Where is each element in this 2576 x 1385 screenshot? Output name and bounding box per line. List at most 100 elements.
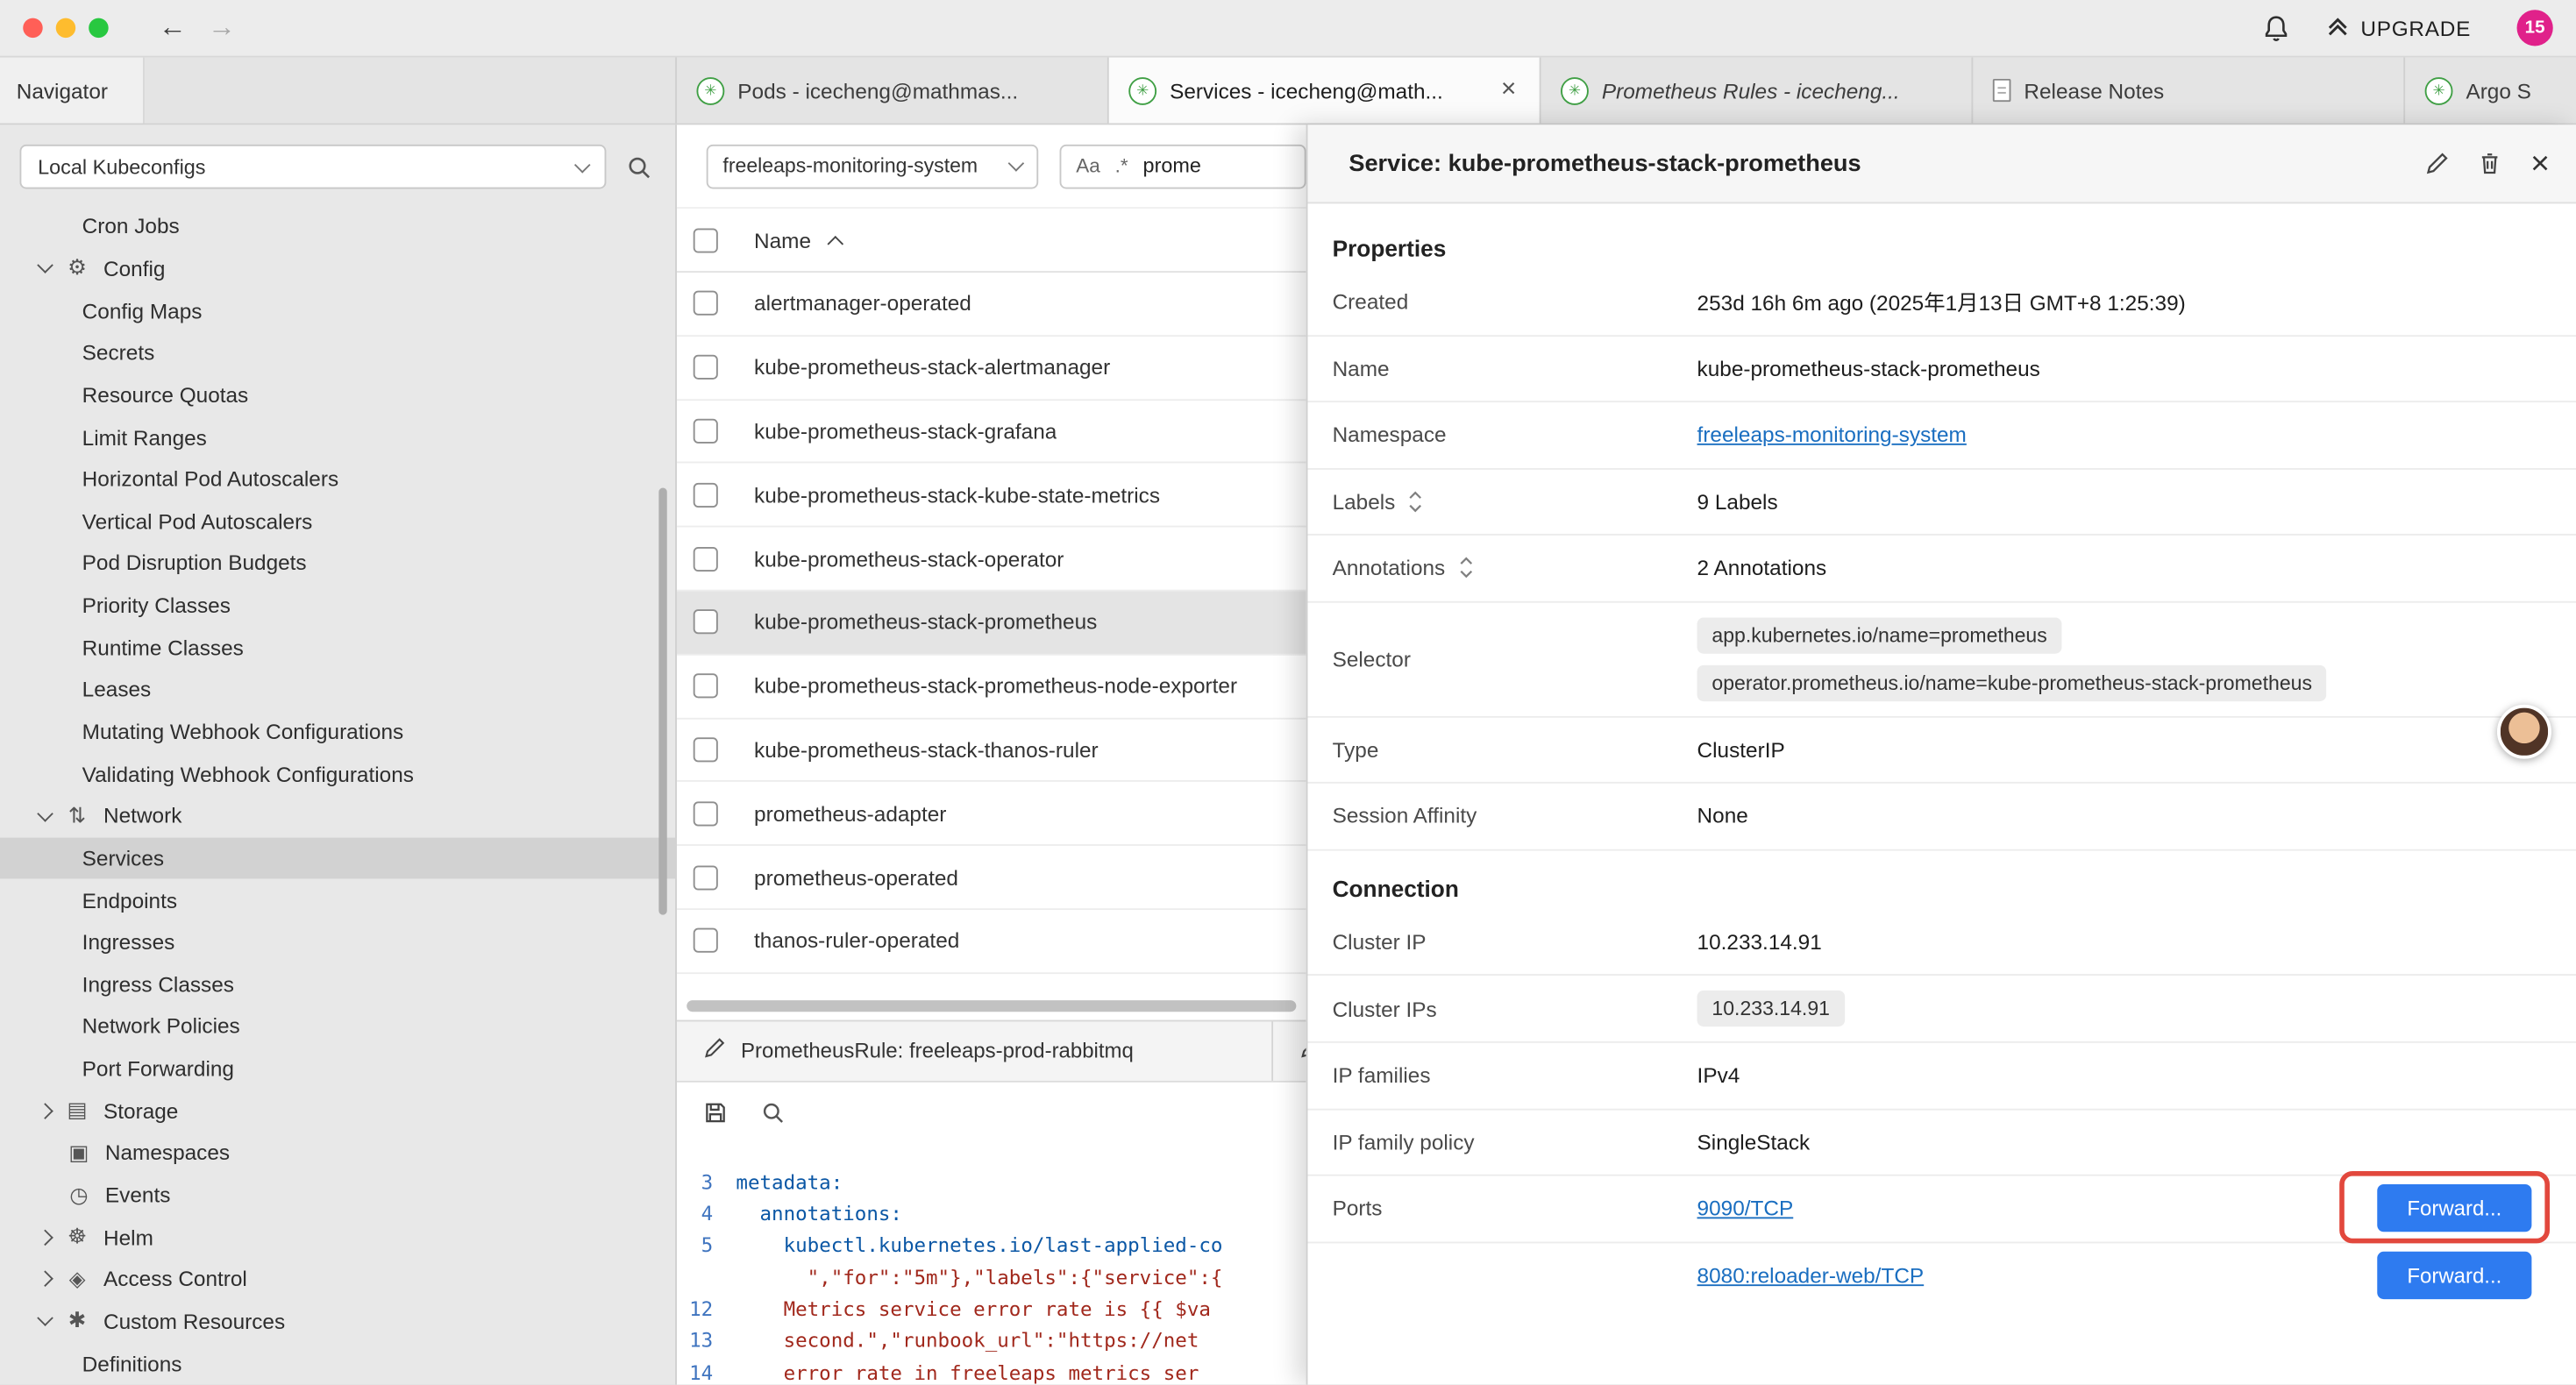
port-link[interactable]: 9090/TCP	[1697, 1197, 1794, 1221]
close-button[interactable]: ×	[2530, 147, 2550, 180]
table-row-prometheus-operated[interactable]: prometheus-operated	[677, 846, 1306, 910]
search-input[interactable]: Aa .* prome	[1060, 144, 1306, 188]
expand-collapse-icon[interactable]	[1408, 489, 1423, 514]
row-checkbox[interactable]	[694, 865, 718, 890]
close-tab-icon[interactable]: ×	[1498, 77, 1519, 103]
horizontal-scrollbar[interactable]	[677, 993, 1306, 1019]
history-forward-button[interactable]: →	[197, 11, 246, 44]
yaml-editor[interactable]: 3metadata:4 annotations:5 kubectl.kubern…	[677, 1145, 1306, 1385]
sidebar-item-label: Storage	[103, 1098, 178, 1123]
edit-button[interactable]	[2425, 151, 2450, 175]
sidebar-scrollbar-thumb[interactable]	[658, 487, 666, 914]
delete-button[interactable]	[2478, 151, 2502, 175]
sidebar-item-horizontal-pod-autoscalers[interactable]: Horizontal Pod Autoscalers	[0, 458, 675, 500]
forward-button[interactable]: Forward...	[2377, 1252, 2531, 1299]
row-checkbox[interactable]	[694, 674, 718, 699]
regex-icon[interactable]: .*	[1115, 154, 1128, 177]
sidebar-item-runtime-classes[interactable]: Runtime Classes	[0, 627, 675, 669]
sidebar-item-network[interactable]: ⇅Network	[0, 795, 675, 837]
row-checkbox[interactable]	[694, 419, 718, 444]
sidebar-item-ingress-classes[interactable]: Ingress Classes	[0, 963, 675, 1005]
avatar[interactable]	[2497, 705, 2551, 759]
sidebar-item-helm[interactable]: ☸Helm	[0, 1216, 675, 1258]
property-value: 2 Annotations	[1697, 556, 2532, 580]
sidebar-item-label: Resource Quotas	[82, 382, 249, 407]
tab-release-notes[interactable]: Release Notes	[1973, 58, 2405, 124]
notifications-bell-icon[interactable]	[2262, 14, 2290, 42]
sidebar-item-cron-jobs[interactable]: Cron Jobs	[0, 205, 675, 247]
sidebar-item-leases[interactable]: Leases	[0, 669, 675, 711]
row-checkbox[interactable]	[694, 928, 718, 953]
row-checkbox[interactable]	[694, 482, 718, 507]
table-row-kube-prometheus-stack-kube-state-metrics[interactable]: kube-prometheus-stack-kube-state-metrics	[677, 464, 1306, 528]
sidebar-item-label: Mutating Webhook Configurations	[82, 720, 404, 744]
document-icon	[1993, 79, 2011, 102]
namespace-select[interactable]: freeleaps-monitoring-system	[707, 144, 1038, 188]
row-checkbox[interactable]	[694, 291, 718, 316]
sidebar-item-mutating-webhook-configurations[interactable]: Mutating Webhook Configurations	[0, 711, 675, 753]
sidebar-item-definitions[interactable]: Definitions	[0, 1342, 675, 1384]
sidebar-item-secrets[interactable]: Secrets	[0, 331, 675, 373]
sidebar-item-config[interactable]: ⚙Config	[0, 247, 675, 289]
expand-collapse-icon[interactable]	[1458, 556, 1473, 580]
match-case-icon[interactable]: Aa	[1076, 154, 1100, 177]
close-window-button[interactable]	[23, 18, 42, 38]
sidebar-item-custom-resources[interactable]: ✱Custom Resources	[0, 1300, 675, 1342]
sidebar-item-resource-quotas[interactable]: Resource Quotas	[0, 373, 675, 416]
dock-tab-prometheusrule[interactable]: PrometheusRule: freeleaps-prod-rabbitmq	[677, 1021, 1273, 1080]
history-back-button[interactable]: ←	[148, 11, 197, 44]
sidebar-item-limit-ranges[interactable]: Limit Ranges	[0, 416, 675, 458]
notification-count-badge[interactable]: 15	[2517, 10, 2553, 46]
forward-button[interactable]: Forward...	[2377, 1184, 2531, 1232]
sidebar-item-events[interactable]: ◷Events	[0, 1174, 675, 1216]
table-row-kube-prometheus-stack-grafana[interactable]: kube-prometheus-stack-grafana	[677, 400, 1306, 464]
tab-prometheus-rules-icecheng[interactable]: ✳Prometheus Rules - icecheng...	[1541, 58, 1974, 124]
table-row-kube-prometheus-stack-alertmanager[interactable]: kube-prometheus-stack-alertmanager	[677, 337, 1306, 401]
property-label: Created	[1333, 289, 1697, 314]
dock-tab-next[interactable]	[1273, 1021, 1306, 1080]
zoom-window-button[interactable]	[89, 18, 108, 38]
sidebar-item-port-forwarding[interactable]: Port Forwarding	[0, 1048, 675, 1090]
sidebar-item-network-policies[interactable]: Network Policies	[0, 1005, 675, 1048]
tab-services-icecheng-math[interactable]: ✳Services - icecheng@math...×	[1109, 58, 1541, 124]
table-row-kube-prometheus-stack-thanos-ruler[interactable]: kube-prometheus-stack-thanos-ruler	[677, 719, 1306, 783]
tab-argo-s[interactable]: ✳Argo S	[2405, 58, 2576, 124]
horizontal-scrollbar-thumb[interactable]	[687, 1001, 1296, 1012]
property-label-text: Name	[1333, 356, 1390, 380]
table-row-kube-prometheus-stack-prometheus-node-exporter[interactable]: kube-prometheus-stack-prometheus-node-ex…	[677, 655, 1306, 719]
row-checkbox[interactable]	[694, 737, 718, 762]
row-checkbox[interactable]	[694, 355, 718, 380]
name-column-header[interactable]: Name	[754, 228, 841, 252]
namespace-link[interactable]: freeleaps-monitoring-system	[1697, 423, 1967, 447]
sidebar-item-priority-classes[interactable]: Priority Classes	[0, 585, 675, 627]
select-all-checkbox[interactable]	[694, 228, 718, 252]
navigator-tab[interactable]: Navigator	[0, 58, 145, 124]
table-row-alertmanager-operated[interactable]: alertmanager-operated	[677, 273, 1306, 337]
sidebar-item-ingresses[interactable]: Ingresses	[0, 921, 675, 963]
sidebar-item-vertical-pod-autoscalers[interactable]: Vertical Pod Autoscalers	[0, 501, 675, 543]
sidebar-item-validating-webhook-configurations[interactable]: Validating Webhook Configurations	[0, 753, 675, 795]
sidebar-item-config-maps[interactable]: Config Maps	[0, 289, 675, 331]
upgrade-button[interactable]: UPGRADE	[2326, 14, 2471, 42]
sidebar-item-pod-disruption-budgets[interactable]: Pod Disruption Budgets	[0, 543, 675, 585]
row-checkbox[interactable]	[694, 546, 718, 571]
sidebar-item-services[interactable]: Services	[0, 837, 675, 879]
row-checkbox[interactable]	[694, 801, 718, 826]
sidebar-item-endpoints[interactable]: Endpoints	[0, 879, 675, 921]
sidebar-item-storage[interactable]: ▤Storage	[0, 1090, 675, 1132]
sidebar-item-access-control[interactable]: ◈Access Control	[0, 1258, 675, 1300]
kubeconfig-select[interactable]: Local Kubeconfigs	[19, 145, 606, 189]
table-row-prometheus-adapter[interactable]: prometheus-adapter	[677, 783, 1306, 847]
tab-pods-icecheng-mathmas[interactable]: ✳Pods - icecheng@mathmas...	[677, 58, 1109, 124]
port-link[interactable]: 8080:reloader-web/TCP	[1697, 1263, 1925, 1288]
table-row-thanos-ruler-operated[interactable]: thanos-ruler-operated	[677, 910, 1306, 974]
row-checkbox[interactable]	[694, 610, 718, 635]
sidebar-search-button[interactable]	[626, 153, 652, 180]
network-icon: ⇅	[64, 803, 90, 829]
table-row-kube-prometheus-stack-operator[interactable]: kube-prometheus-stack-operator	[677, 528, 1306, 592]
minimize-window-button[interactable]	[56, 18, 75, 38]
editor-search-button[interactable]	[761, 1101, 786, 1126]
save-button[interactable]	[703, 1101, 728, 1126]
sidebar-item-namespaces[interactable]: ▣Namespaces	[0, 1132, 675, 1174]
table-row-kube-prometheus-stack-prometheus[interactable]: kube-prometheus-stack-prometheus	[677, 592, 1306, 656]
